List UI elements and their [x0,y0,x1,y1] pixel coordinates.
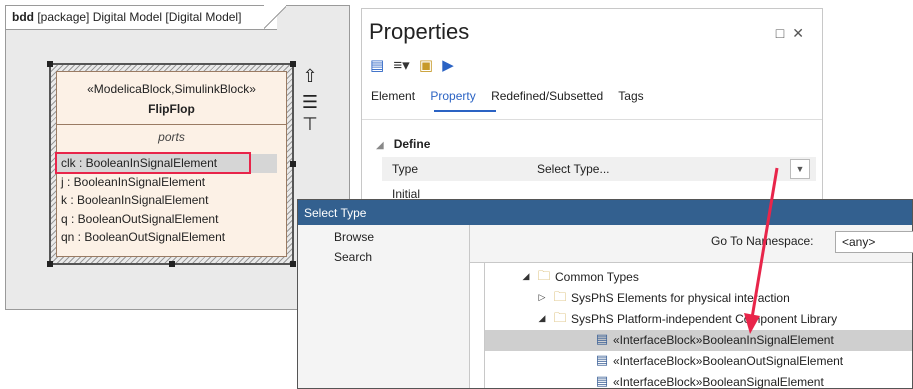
element-quick-toolbar: ⇧ ☰ ⊤ [300,66,320,134]
folder-icon: 🗀 [537,268,551,283]
expanded-arrow-icon[interactable]: ◢ [537,313,547,324]
type-property-row[interactable]: Type Select Type... ▼ [382,157,816,181]
namespace-label: Go To Namespace: [711,234,814,248]
flipflop-block[interactable]: «ModelicaBlock,SimulinkBlock» FlipFlop p… [55,71,287,257]
port-annotation-box [55,152,251,174]
maximize-icon[interactable]: □ [776,25,792,41]
properties-window: Properties □✕ ▤ ≡▾ ▣ ▶ Element Property … [361,8,823,228]
namespace-select[interactable]: <any> [835,231,913,253]
tab-tags[interactable]: Tags [618,89,643,103]
up-arrow-icon[interactable]: ⇧ [300,66,320,86]
port-q[interactable]: q : BooleanOutSignalElement [61,212,218,226]
active-tab-indicator [434,110,496,112]
folder-icon: 🗀 [553,289,567,304]
resize-handle[interactable] [290,261,296,267]
folder-icon: 🗀 [553,310,567,325]
resize-handle[interactable] [290,161,296,167]
tree-item-component-library[interactable]: ◢ 🗀 SysPhS Platform-independent Componen… [485,309,912,330]
interface-block-icon: ▤ [595,331,609,346]
divider [362,119,822,120]
tree-item-boolean-in[interactable]: ▤ «InterfaceBlock»BooleanInSignalElement [485,330,912,351]
properties-tabs: Element Property Redefined/Subsetted Tag… [371,89,656,103]
nav-search[interactable]: Search [334,250,372,264]
dialog-nav-pane: Browse Search [298,225,470,388]
expanded-arrow-icon[interactable]: ◢ [521,271,531,282]
resize-handle[interactable] [47,61,53,67]
tab-element[interactable]: Element [371,89,415,103]
dialog-titlebar[interactable]: Select Type [298,200,912,225]
section-define[interactable]: ◢ Define [376,137,430,151]
properties-title: Properties [369,19,470,44]
type-label: Type [392,162,419,176]
port-qn[interactable]: qn : BooleanOutSignalElement [61,230,225,244]
port-k[interactable]: k : BooleanInSignalElement [61,193,208,207]
block-stereotype: «ModelicaBlock,SimulinkBlock» [87,82,256,96]
type-tree: ◢ 🗀 Common Types ▷ 🗀 SysPhS Elements for… [484,263,912,389]
port-j[interactable]: j : BooleanInSignalElement [61,175,205,189]
resize-handle[interactable] [290,61,296,67]
nav-browse[interactable]: Browse [334,230,374,244]
ports-compartment-title: ports [158,130,185,144]
window-buttons: □✕ [776,25,812,42]
play-icon[interactable]: ▶ [442,57,454,74]
tree-item-boolean-signal[interactable]: ▤ «InterfaceBlock»BooleanSignalElement [485,372,912,389]
image-icon[interactable]: ▣ [419,57,433,74]
collapse-icon[interactable]: ◢ [376,140,384,151]
tab-property[interactable]: Property [430,89,475,103]
chevron-down-icon[interactable]: ▼ [790,159,810,179]
interface-block-icon: ▤ [595,373,609,388]
collapsed-arrow-icon[interactable]: ▷ [537,292,547,303]
tree-item-physical-interaction[interactable]: ▷ 🗀 SysPhS Elements for physical interac… [485,288,912,309]
select-type-dialog: Select Type Browse Search Go To Namespac… [297,199,913,389]
close-icon[interactable]: ✕ [792,25,812,41]
properties-toolbar: ▤ ≡▾ ▣ ▶ [370,56,459,74]
tree-item-boolean-out[interactable]: ▤ «InterfaceBlock»BooleanOutSignalElemen… [485,351,912,372]
resize-handle[interactable] [47,261,53,267]
type-value[interactable]: Select Type... [537,162,610,176]
diagram-frame-tab-corner [264,5,286,30]
menu-icon[interactable]: ≡▾ [393,57,409,74]
namespace-bar: Go To Namespace: <any> [470,225,913,263]
pin-icon[interactable]: ⊤ [300,114,320,134]
save-icon[interactable]: ▤ [370,57,384,74]
compartment-divider [57,124,286,125]
interface-block-icon: ▤ [595,352,609,367]
block-name: FlipFlop [148,102,195,116]
block-selection-frame[interactable]: «ModelicaBlock,SimulinkBlock» FlipFlop p… [47,61,296,267]
list-icon[interactable]: ☰ [300,92,320,112]
tab-redefined-subsetted[interactable]: Redefined/Subsetted [491,89,603,103]
diagram-title: bdd [package] Digital Model [Digital Mod… [12,10,242,24]
tree-item-common-types[interactable]: ◢ 🗀 Common Types [485,267,912,288]
resize-handle[interactable] [169,261,175,267]
